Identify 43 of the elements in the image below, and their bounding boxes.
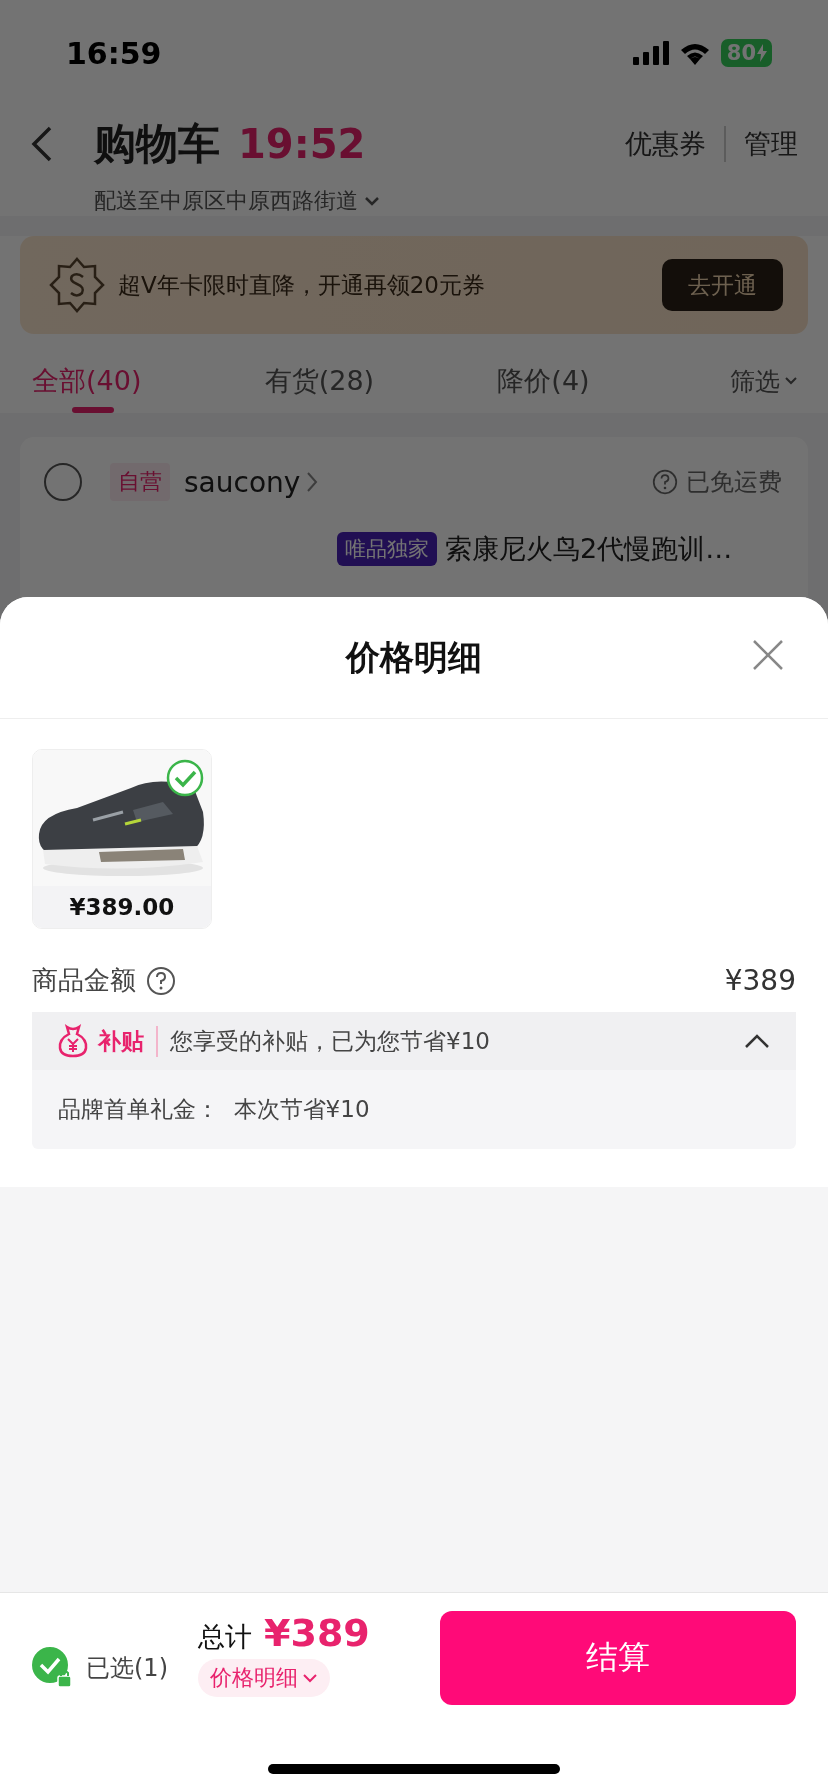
countdown: 19:52 [238,121,366,167]
exclusive-tag: 唯品独家 [337,532,437,566]
battery-indicator: 80 [720,39,772,67]
chevron-up-icon[interactable] [744,1033,770,1049]
close-icon[interactable] [752,639,784,671]
signal-icon [632,41,669,65]
header-link[interactable]: 优惠券 [607,126,724,162]
select-checkbox[interactable] [44,463,82,501]
checkout-button[interactable]: 结算 [440,1611,796,1705]
activate-button[interactable]: 去开通 [662,259,783,311]
amount-value: ¥389 [724,964,796,997]
header-link[interactable]: 管理 [724,126,798,162]
selected-count: 已选(1) [86,1653,168,1684]
price-detail-button[interactable]: 价格明细 [198,1659,330,1697]
total-price: ¥389 [264,1611,370,1655]
product-title[interactable]: 索康尼火鸟2代慢跑训… [445,531,733,567]
subsidy-detail: 品牌首单礼金： 本次节省¥10 [57,1095,371,1124]
chevron-down-icon [302,1673,318,1683]
money-bag-icon [56,1024,90,1058]
item-price: ¥389.00 [33,886,211,928]
promo-text: 超V年卡限时直降，开通再领20元券 [118,270,485,300]
shipping-note: 已免运费 [686,467,782,498]
filter-tab[interactable]: 全部(40) [32,363,265,413]
help-icon[interactable] [652,469,678,495]
help-icon[interactable] [146,965,176,996]
delivery-address[interactable]: 配送至中原区中原西路街道 [94,186,358,216]
badge-icon [48,256,106,314]
filter-tab[interactable]: 降价(4) [497,363,730,413]
chevron-down-icon [784,376,798,386]
filter-button[interactable]: 筛选 [730,364,798,412]
total-label: 总计 [198,1620,252,1654]
page-title: 购物车 [94,118,220,170]
status-time: 16:59 [66,35,162,71]
subsidy-tag: 补贴 [98,1025,158,1057]
product-thumbnail[interactable]: ¥389.00 [32,749,212,929]
chevron-down-icon[interactable] [364,196,380,206]
sheet-title: 价格明细 [346,635,482,679]
filter-tab[interactable]: 有货(28) [264,363,498,413]
subsidy-summary: 您享受的补贴，已为您节省¥10 [170,1026,490,1056]
store-name[interactable]: saucony [184,465,301,499]
self-operated-tag: 自营 [110,463,170,501]
amount-label: 商品金额 [32,964,136,997]
chevron-right-icon[interactable] [306,471,319,493]
